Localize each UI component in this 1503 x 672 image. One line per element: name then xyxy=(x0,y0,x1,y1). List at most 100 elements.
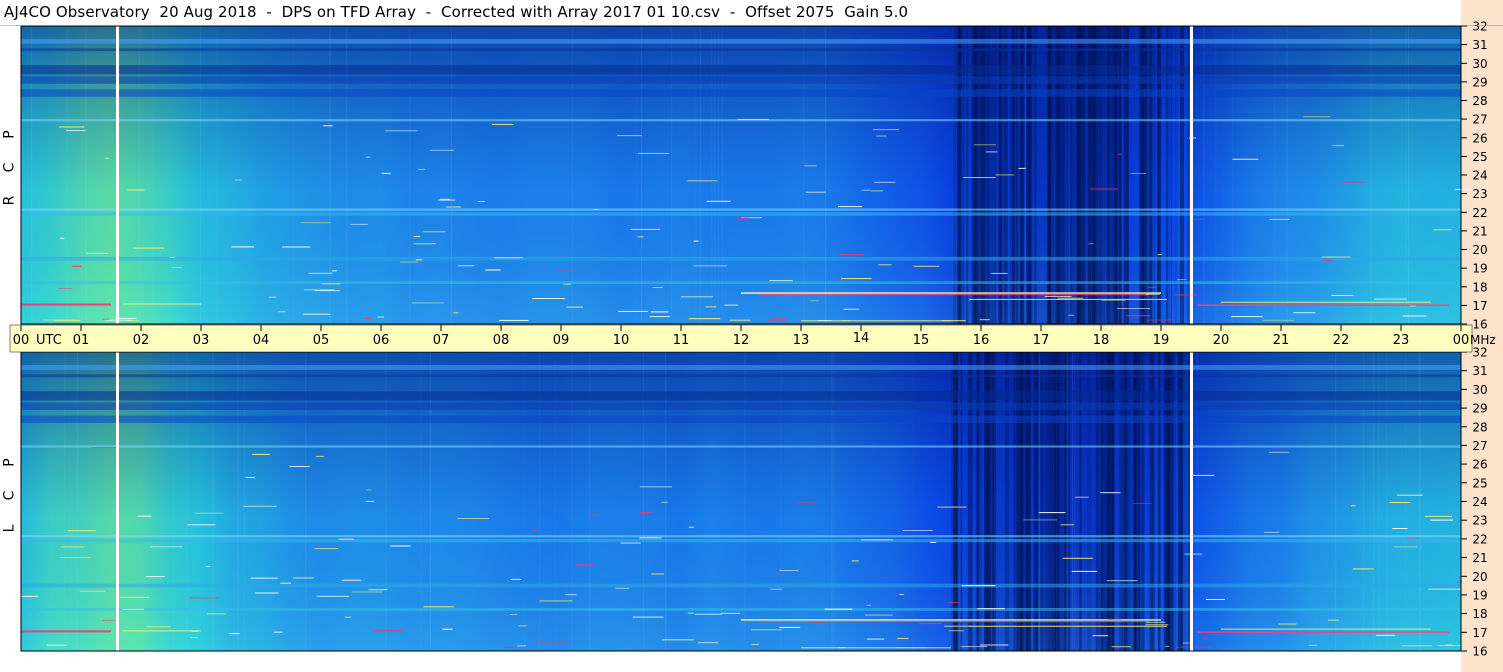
lcp-speckle xyxy=(254,592,279,594)
lcp-speckle xyxy=(536,642,570,644)
lcp-speckle xyxy=(977,608,1005,610)
rcp-speckle xyxy=(872,129,899,131)
lcp-speckle xyxy=(1351,505,1356,507)
lcp-speckle xyxy=(751,629,782,631)
frequency-tick-label: 17 xyxy=(1472,299,1487,313)
lcp-speckle xyxy=(620,542,641,544)
lcp-speckle xyxy=(779,626,801,628)
lcp-speckle xyxy=(191,630,199,632)
rcp-band xyxy=(21,39,1461,44)
rcp-speckle xyxy=(637,236,644,238)
time-tick-label: 06 xyxy=(373,333,390,348)
lcp-speckle xyxy=(948,630,964,632)
rcp-speckle xyxy=(1269,218,1290,220)
rcp-speckle xyxy=(770,317,787,319)
time-tick-label: 03 xyxy=(193,333,210,348)
rcp-speckle xyxy=(724,304,739,306)
rcp-speckle xyxy=(303,313,331,315)
time-tick-label: 09 xyxy=(553,333,570,348)
lcp-speckle xyxy=(79,590,106,592)
lcp-speckle xyxy=(289,466,310,467)
frequency-tick-label: 28 xyxy=(1472,94,1487,108)
frequency-tick-label: 27 xyxy=(1472,439,1487,453)
time-tick-label: 14 xyxy=(853,331,870,346)
frequency-tick-label: 28 xyxy=(1472,420,1487,434)
frequency-tick-label: 23 xyxy=(1472,187,1487,201)
lcp-speckle xyxy=(1023,519,1057,521)
rcp-speckle xyxy=(861,189,871,191)
frequency-tick-label: 17 xyxy=(1472,626,1487,640)
rcp-speckle xyxy=(58,287,73,289)
lcp-speckle xyxy=(503,646,520,648)
lcp-speckle xyxy=(293,577,314,579)
lcp-speckle xyxy=(190,637,198,639)
lcp-band xyxy=(21,391,1461,401)
lcp-speckle xyxy=(366,489,372,491)
rcp-speckle xyxy=(1262,319,1294,321)
frequency-tick-label: 21 xyxy=(1472,551,1487,565)
time-tick-label: 20 xyxy=(1213,333,1230,348)
rcp-speckle xyxy=(277,311,286,313)
rcp-speckle xyxy=(366,156,371,158)
rcp-speckle xyxy=(638,152,669,154)
lcp-band xyxy=(21,365,1461,370)
lcp-speckle xyxy=(1394,546,1418,548)
frequency-tick-label: 20 xyxy=(1472,243,1487,257)
lcp-speckle xyxy=(662,639,694,641)
frequency-tick-label: 26 xyxy=(1472,458,1487,472)
lcp-speckle xyxy=(948,601,960,603)
rcp-speckle xyxy=(593,208,599,210)
frequency-tick-label: 30 xyxy=(1472,57,1487,71)
rcp-speckle xyxy=(979,319,990,321)
lcp-speckle xyxy=(866,638,885,640)
time-tick-label: 22 xyxy=(1333,333,1350,348)
lcp-speckle xyxy=(1106,580,1138,582)
rcp-speckle xyxy=(438,199,456,201)
rcp-speckle xyxy=(1293,312,1316,314)
rcp-speckle xyxy=(973,144,997,146)
rcp-speckle xyxy=(385,130,418,132)
rcp-speckle xyxy=(618,310,648,312)
lcp-speckle xyxy=(1145,624,1169,626)
rcp-speckle xyxy=(555,269,575,271)
rcp-speckle xyxy=(769,280,793,282)
rcp-speckle xyxy=(411,302,444,304)
rcp-speckle xyxy=(234,179,242,181)
lcp-speckle xyxy=(1264,531,1280,533)
lcp-speckle xyxy=(770,588,782,590)
lcp-marker-line xyxy=(1190,352,1193,651)
rcp-speckle xyxy=(365,317,372,319)
frequency-tick-label: 29 xyxy=(1472,75,1487,89)
lcp-speckle xyxy=(838,647,846,649)
lcp-speckle xyxy=(698,642,718,644)
rcp-speckle xyxy=(1342,181,1365,183)
rcp-speckle xyxy=(687,180,718,182)
lcp-speckle xyxy=(46,644,67,646)
rcp-speckle xyxy=(453,312,459,314)
lcp-speckle xyxy=(589,514,600,516)
lcp-speckle xyxy=(651,573,664,575)
lcp-speckle xyxy=(797,501,818,503)
lcp-speckle xyxy=(1092,635,1109,637)
rcp-speckle xyxy=(995,174,1015,176)
rcp-speckle xyxy=(913,265,940,267)
rcp-rfi-streak xyxy=(759,294,1149,296)
lcp-speckle xyxy=(423,606,455,608)
rcp-speckle xyxy=(1088,243,1094,245)
rcp-band xyxy=(21,65,1461,75)
rcp-speckle xyxy=(963,177,996,178)
frequency-tick-label: 16 xyxy=(1472,318,1487,332)
rcp-speckle xyxy=(617,135,642,137)
rcp-speckle xyxy=(680,296,713,298)
rcp-speckle xyxy=(1332,145,1344,147)
lcp-panel xyxy=(20,351,1463,652)
lcp-speckle xyxy=(919,623,942,625)
rcp-band xyxy=(21,89,1461,97)
lcp-speckle xyxy=(1278,623,1297,625)
time-tick-label: 08 xyxy=(493,333,510,348)
frequency-tick-label: 25 xyxy=(1472,150,1487,164)
rcp-speckle xyxy=(1321,259,1333,261)
lcp-speckle xyxy=(1308,644,1317,646)
rcp-speckle xyxy=(322,125,333,127)
lcp-speckle xyxy=(899,594,905,595)
